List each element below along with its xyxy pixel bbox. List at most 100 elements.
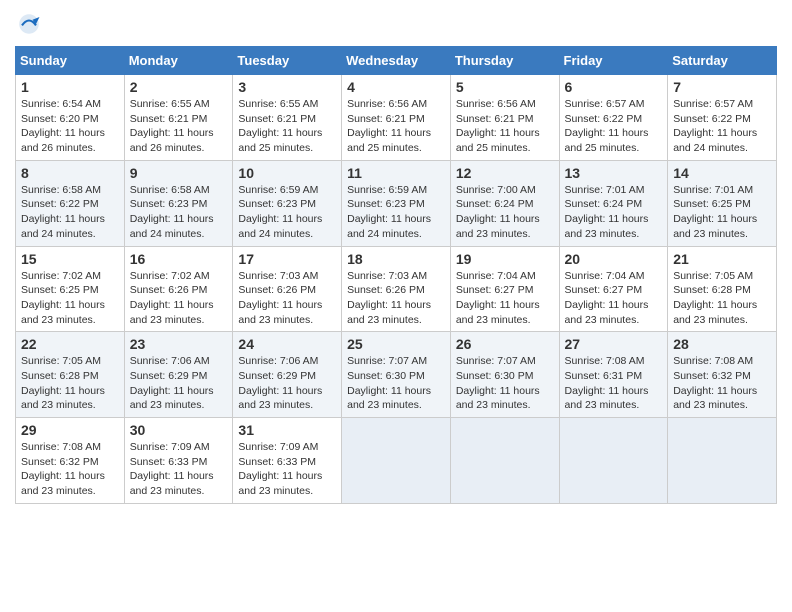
calendar-cell: 2Sunrise: 6:55 AMSunset: 6:21 PMDaylight… <box>124 75 233 161</box>
day-number: 11 <box>347 165 445 181</box>
day-info: Daylight: 11 hours <box>238 126 336 141</box>
calendar-cell: 1Sunrise: 6:54 AMSunset: 6:20 PMDaylight… <box>16 75 125 161</box>
day-info: and 24 minutes. <box>673 141 771 156</box>
day-info: Sunrise: 6:57 AM <box>673 97 771 112</box>
day-info: Daylight: 11 hours <box>456 298 554 313</box>
day-info: Sunrise: 6:56 AM <box>456 97 554 112</box>
day-info: Sunset: 6:30 PM <box>456 369 554 384</box>
day-info: Daylight: 11 hours <box>673 384 771 399</box>
day-info: and 23 minutes. <box>456 227 554 242</box>
day-info: Daylight: 11 hours <box>456 126 554 141</box>
calendar-cell: 7Sunrise: 6:57 AMSunset: 6:22 PMDaylight… <box>668 75 777 161</box>
day-info: Sunset: 6:22 PM <box>21 197 119 212</box>
day-info: Sunrise: 6:58 AM <box>130 183 228 198</box>
logo-icon <box>15 10 43 38</box>
day-info: Daylight: 11 hours <box>565 212 663 227</box>
day-info: Daylight: 11 hours <box>21 384 119 399</box>
day-info: Sunset: 6:32 PM <box>673 369 771 384</box>
calendar-cell: 11Sunrise: 6:59 AMSunset: 6:23 PMDayligh… <box>342 160 451 246</box>
day-number: 3 <box>238 79 336 95</box>
day-info: Sunset: 6:29 PM <box>130 369 228 384</box>
calendar-cell: 10Sunrise: 6:59 AMSunset: 6:23 PMDayligh… <box>233 160 342 246</box>
day-number: 29 <box>21 422 119 438</box>
calendar-cell: 25Sunrise: 7:07 AMSunset: 6:30 PMDayligh… <box>342 332 451 418</box>
day-info: and 23 minutes. <box>456 398 554 413</box>
day-number: 21 <box>673 251 771 267</box>
calendar-cell: 3Sunrise: 6:55 AMSunset: 6:21 PMDaylight… <box>233 75 342 161</box>
day-info: Daylight: 11 hours <box>130 469 228 484</box>
day-number: 16 <box>130 251 228 267</box>
day-info: Sunset: 6:28 PM <box>21 369 119 384</box>
day-info: and 25 minutes. <box>565 141 663 156</box>
day-info: Sunset: 6:33 PM <box>238 455 336 470</box>
day-number: 4 <box>347 79 445 95</box>
day-info: Sunrise: 7:04 AM <box>565 269 663 284</box>
day-info: Sunrise: 7:04 AM <box>456 269 554 284</box>
logo <box>15 10 47 38</box>
day-info: Sunset: 6:22 PM <box>565 112 663 127</box>
header-row: SundayMondayTuesdayWednesdayThursdayFrid… <box>16 47 777 75</box>
day-info: and 26 minutes. <box>21 141 119 156</box>
day-info: and 23 minutes. <box>673 227 771 242</box>
day-info: Sunset: 6:23 PM <box>130 197 228 212</box>
day-info: and 26 minutes. <box>130 141 228 156</box>
day-info: Sunset: 6:20 PM <box>21 112 119 127</box>
calendar-cell: 16Sunrise: 7:02 AMSunset: 6:26 PMDayligh… <box>124 246 233 332</box>
day-number: 25 <box>347 336 445 352</box>
day-info: Sunrise: 7:05 AM <box>21 354 119 369</box>
day-info: and 23 minutes. <box>21 313 119 328</box>
day-number: 13 <box>565 165 663 181</box>
day-info: Sunrise: 7:08 AM <box>673 354 771 369</box>
day-info: Daylight: 11 hours <box>456 384 554 399</box>
calendar-cell: 31Sunrise: 7:09 AMSunset: 6:33 PMDayligh… <box>233 418 342 504</box>
day-number: 5 <box>456 79 554 95</box>
day-info: Daylight: 11 hours <box>347 212 445 227</box>
day-info: Sunrise: 7:02 AM <box>21 269 119 284</box>
calendar-cell: 24Sunrise: 7:06 AMSunset: 6:29 PMDayligh… <box>233 332 342 418</box>
calendar-week-row: 1Sunrise: 6:54 AMSunset: 6:20 PMDaylight… <box>16 75 777 161</box>
day-info: Daylight: 11 hours <box>238 469 336 484</box>
calendar-cell <box>342 418 451 504</box>
calendar-cell: 30Sunrise: 7:09 AMSunset: 6:33 PMDayligh… <box>124 418 233 504</box>
day-info: Sunset: 6:27 PM <box>456 283 554 298</box>
calendar-cell: 5Sunrise: 6:56 AMSunset: 6:21 PMDaylight… <box>450 75 559 161</box>
day-number: 27 <box>565 336 663 352</box>
day-info: Sunrise: 7:08 AM <box>565 354 663 369</box>
day-number: 18 <box>347 251 445 267</box>
day-info: Sunset: 6:32 PM <box>21 455 119 470</box>
day-info: Daylight: 11 hours <box>21 212 119 227</box>
day-number: 12 <box>456 165 554 181</box>
day-number: 8 <box>21 165 119 181</box>
day-info: and 24 minutes. <box>21 227 119 242</box>
day-number: 7 <box>673 79 771 95</box>
day-info: and 24 minutes. <box>347 227 445 242</box>
day-info: and 25 minutes. <box>347 141 445 156</box>
day-info: and 24 minutes. <box>130 227 228 242</box>
weekday-header: Friday <box>559 47 668 75</box>
day-info: Sunset: 6:26 PM <box>347 283 445 298</box>
day-info: Daylight: 11 hours <box>456 212 554 227</box>
day-info: Sunrise: 6:55 AM <box>238 97 336 112</box>
day-info: Sunrise: 6:59 AM <box>238 183 336 198</box>
calendar-cell: 17Sunrise: 7:03 AMSunset: 6:26 PMDayligh… <box>233 246 342 332</box>
day-info: Sunrise: 7:08 AM <box>21 440 119 455</box>
day-number: 23 <box>130 336 228 352</box>
day-number: 15 <box>21 251 119 267</box>
day-info: Daylight: 11 hours <box>565 126 663 141</box>
day-number: 2 <box>130 79 228 95</box>
day-info: Sunrise: 6:59 AM <box>347 183 445 198</box>
day-info: and 23 minutes. <box>21 398 119 413</box>
day-number: 9 <box>130 165 228 181</box>
calendar-cell: 8Sunrise: 6:58 AMSunset: 6:22 PMDaylight… <box>16 160 125 246</box>
calendar-cell: 23Sunrise: 7:06 AMSunset: 6:29 PMDayligh… <box>124 332 233 418</box>
day-number: 26 <box>456 336 554 352</box>
day-info: Daylight: 11 hours <box>130 212 228 227</box>
day-info: Sunrise: 7:03 AM <box>238 269 336 284</box>
page-header <box>15 10 777 38</box>
calendar-table: SundayMondayTuesdayWednesdayThursdayFrid… <box>15 46 777 504</box>
day-number: 31 <box>238 422 336 438</box>
calendar-cell: 19Sunrise: 7:04 AMSunset: 6:27 PMDayligh… <box>450 246 559 332</box>
calendar-week-row: 29 Sunrise: 7:08 AMSunset: 6:32 PM Dayligh… <box>16 418 777 504</box>
weekday-header: Thursday <box>450 47 559 75</box>
calendar-cell: 6Sunrise: 6:57 AMSunset: 6:22 PMDaylight… <box>559 75 668 161</box>
